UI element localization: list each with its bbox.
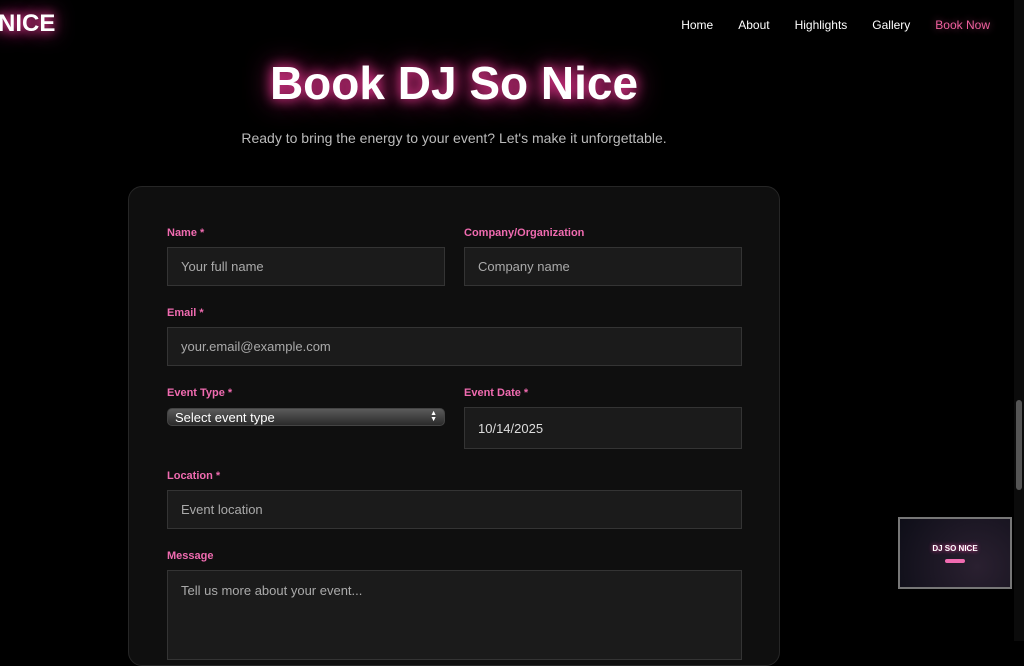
select-arrows-icon: ▲ ▼	[430, 410, 437, 423]
event-type-select[interactable]: Select event type ▲ ▼	[167, 408, 445, 426]
email-input[interactable]: your.email@example.com	[167, 327, 742, 366]
location-label: Location *	[167, 470, 221, 482]
event-type-value: Select event type	[175, 409, 275, 425]
page-title: Book DJ So Nice	[269, 57, 639, 109]
company-label: Company/Organization	[464, 227, 585, 239]
nav-book-now[interactable]: Book Now	[935, 18, 990, 32]
message-textarea[interactable]: Tell us more about your event...	[167, 570, 742, 660]
page-subtitle: Ready to bring the energy to your event?…	[241, 130, 667, 146]
nav-highlights[interactable]: Highlights	[795, 18, 848, 32]
nav-about[interactable]: About	[738, 18, 769, 32]
name-label: Name *	[167, 227, 205, 239]
picture-in-picture-preview[interactable]: DJ SO NICE	[898, 517, 1012, 589]
event-date-input[interactable]: 10/14/2025	[464, 407, 742, 449]
preview-title: DJ SO NICE	[932, 543, 978, 553]
scrollbar[interactable]	[1014, 0, 1024, 641]
event-date-label: Event Date *	[464, 387, 529, 399]
location-input[interactable]: Event location	[167, 490, 742, 529]
main-nav: Home About Highlights Gallery Book Now	[681, 18, 990, 32]
booking-form: Name * Your full name Company/Organizati…	[128, 186, 780, 666]
nav-gallery[interactable]: Gallery	[872, 18, 910, 32]
nav-home[interactable]: Home	[681, 18, 713, 32]
scrollbar-thumb[interactable]	[1016, 400, 1022, 490]
message-label: Message	[167, 550, 214, 562]
preview-button	[945, 558, 965, 563]
email-label: Email *	[167, 307, 204, 319]
name-input[interactable]: Your full name	[167, 247, 445, 286]
site-logo[interactable]: NICE	[0, 10, 55, 38]
event-type-label: Event Type *	[167, 387, 233, 399]
company-input[interactable]: Company name	[464, 247, 742, 286]
